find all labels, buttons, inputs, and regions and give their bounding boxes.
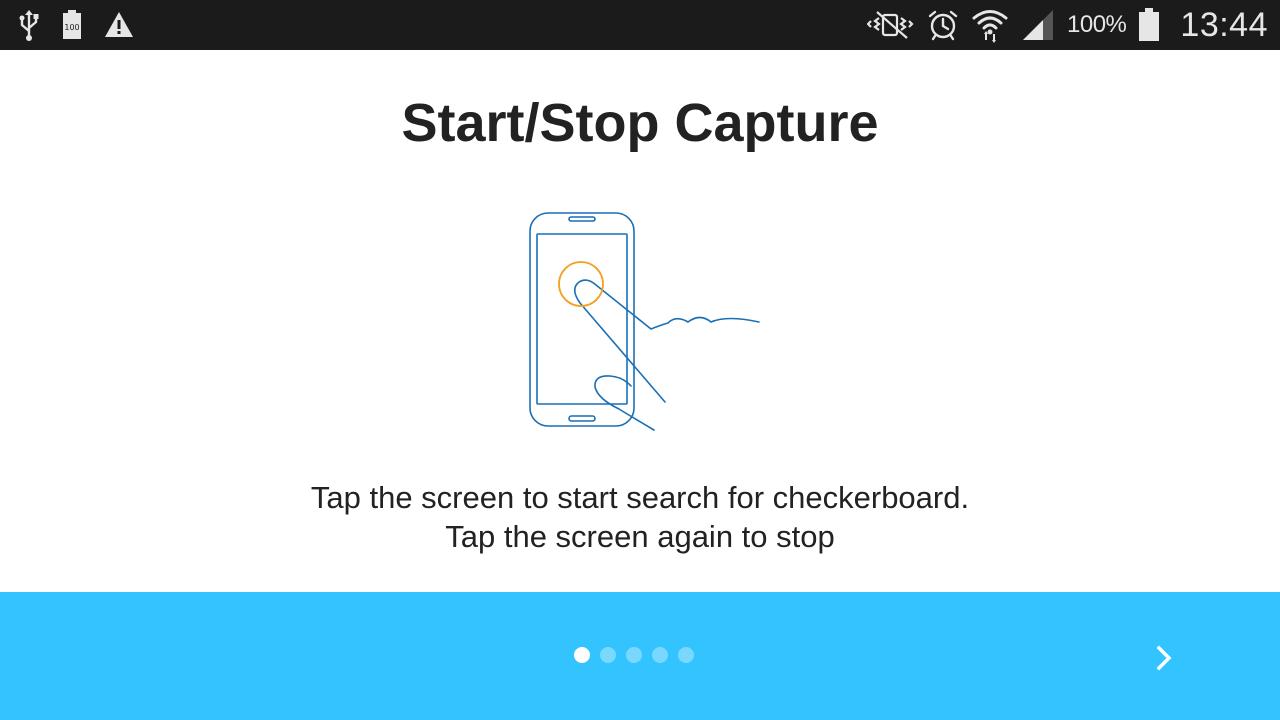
notification-icons: 100 <box>18 0 134 50</box>
page-title: Start/Stop Capture <box>401 93 879 153</box>
page-dot-4[interactable] <box>652 647 668 663</box>
signal-icon <box>1021 9 1055 41</box>
alarm-icon <box>927 9 959 41</box>
instruction-line-2: Tap the screen again to stop <box>445 519 835 554</box>
chevron-right-icon <box>1156 645 1172 671</box>
battery-percent: 100% <box>1067 11 1127 38</box>
page-dot-5[interactable] <box>678 647 694 663</box>
warning-icon <box>104 11 134 39</box>
system-status-icons: 100% 13:44 <box>867 0 1268 50</box>
next-button[interactable] <box>1142 636 1186 680</box>
page-indicator <box>574 647 694 663</box>
mute-vibrate-icon <box>867 10 915 40</box>
usb-icon <box>18 9 40 41</box>
page-dot-2[interactable] <box>600 647 616 663</box>
page-dot-1[interactable] <box>574 647 590 663</box>
status-bar: 100 100% 13:44 <box>0 0 1280 50</box>
svg-text:100: 100 <box>64 23 79 32</box>
page-dot-3[interactable] <box>626 647 642 663</box>
instruction-line-1: Tap the screen to start search for check… <box>310 480 970 515</box>
clock: 13:44 <box>1180 5 1268 44</box>
battery-100-notification-icon: 100 <box>62 10 82 40</box>
instruction-text: Tap the screen to start search for check… <box>0 478 1280 556</box>
onboarding-footer <box>0 592 1280 720</box>
phone-tap-illustration <box>520 205 770 440</box>
battery-icon <box>1138 8 1160 42</box>
wifi-icon <box>971 7 1009 43</box>
